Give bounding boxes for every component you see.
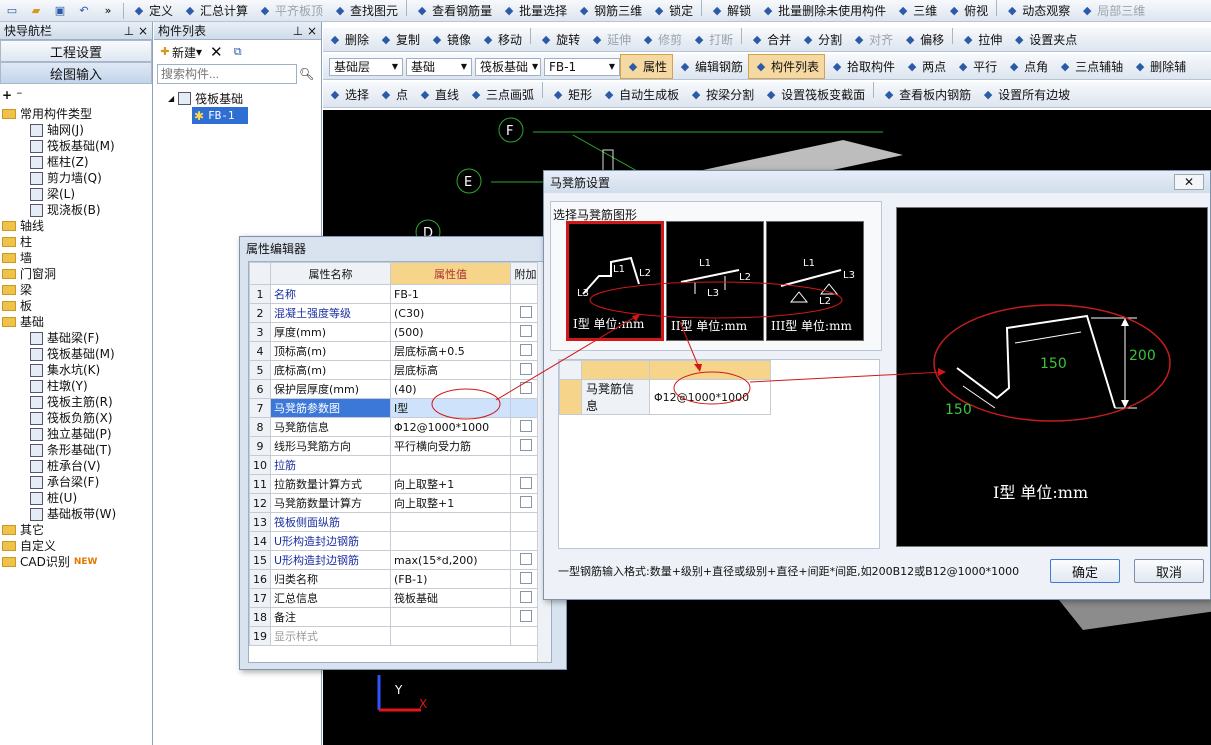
annotation-overlay — [431, 281, 946, 420]
